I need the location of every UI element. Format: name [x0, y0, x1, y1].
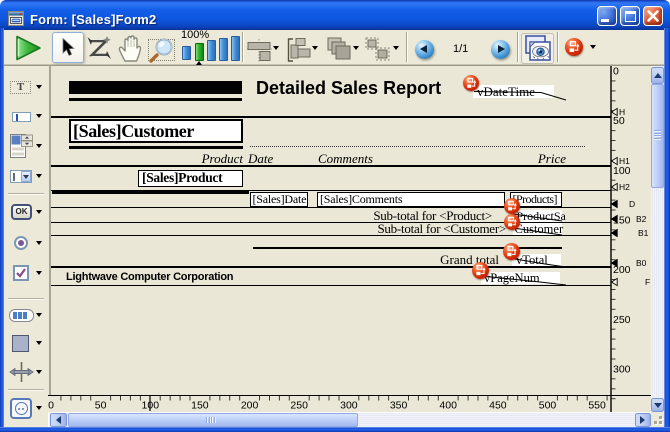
svg-text:D: D — [629, 199, 635, 209]
svg-text:B1: B1 — [638, 228, 649, 238]
svg-text:50: 50 — [95, 400, 107, 412]
svg-text:H1: H1 — [619, 156, 630, 166]
svg-text:450: 450 — [489, 400, 507, 412]
svg-text:500: 500 — [539, 400, 557, 412]
svg-text:300: 300 — [613, 364, 631, 376]
svg-text:F: F — [645, 277, 650, 287]
svg-text:200: 200 — [241, 400, 259, 412]
svg-text:400: 400 — [439, 400, 457, 412]
svg-text:100: 100 — [613, 165, 631, 177]
svg-text:H2: H2 — [619, 182, 630, 192]
svg-text:B0: B0 — [636, 258, 647, 268]
svg-text:B2: B2 — [636, 214, 647, 224]
svg-text:350: 350 — [390, 400, 408, 412]
svg-text:150: 150 — [191, 400, 209, 412]
svg-text:300: 300 — [340, 400, 358, 412]
svg-text:0: 0 — [613, 66, 619, 78]
svg-text:50: 50 — [613, 115, 625, 127]
svg-text:550: 550 — [588, 400, 606, 412]
svg-text:250: 250 — [613, 314, 631, 326]
svg-text:0: 0 — [48, 400, 54, 412]
svg-text:250: 250 — [290, 400, 308, 412]
svg-text:H: H — [619, 107, 625, 117]
